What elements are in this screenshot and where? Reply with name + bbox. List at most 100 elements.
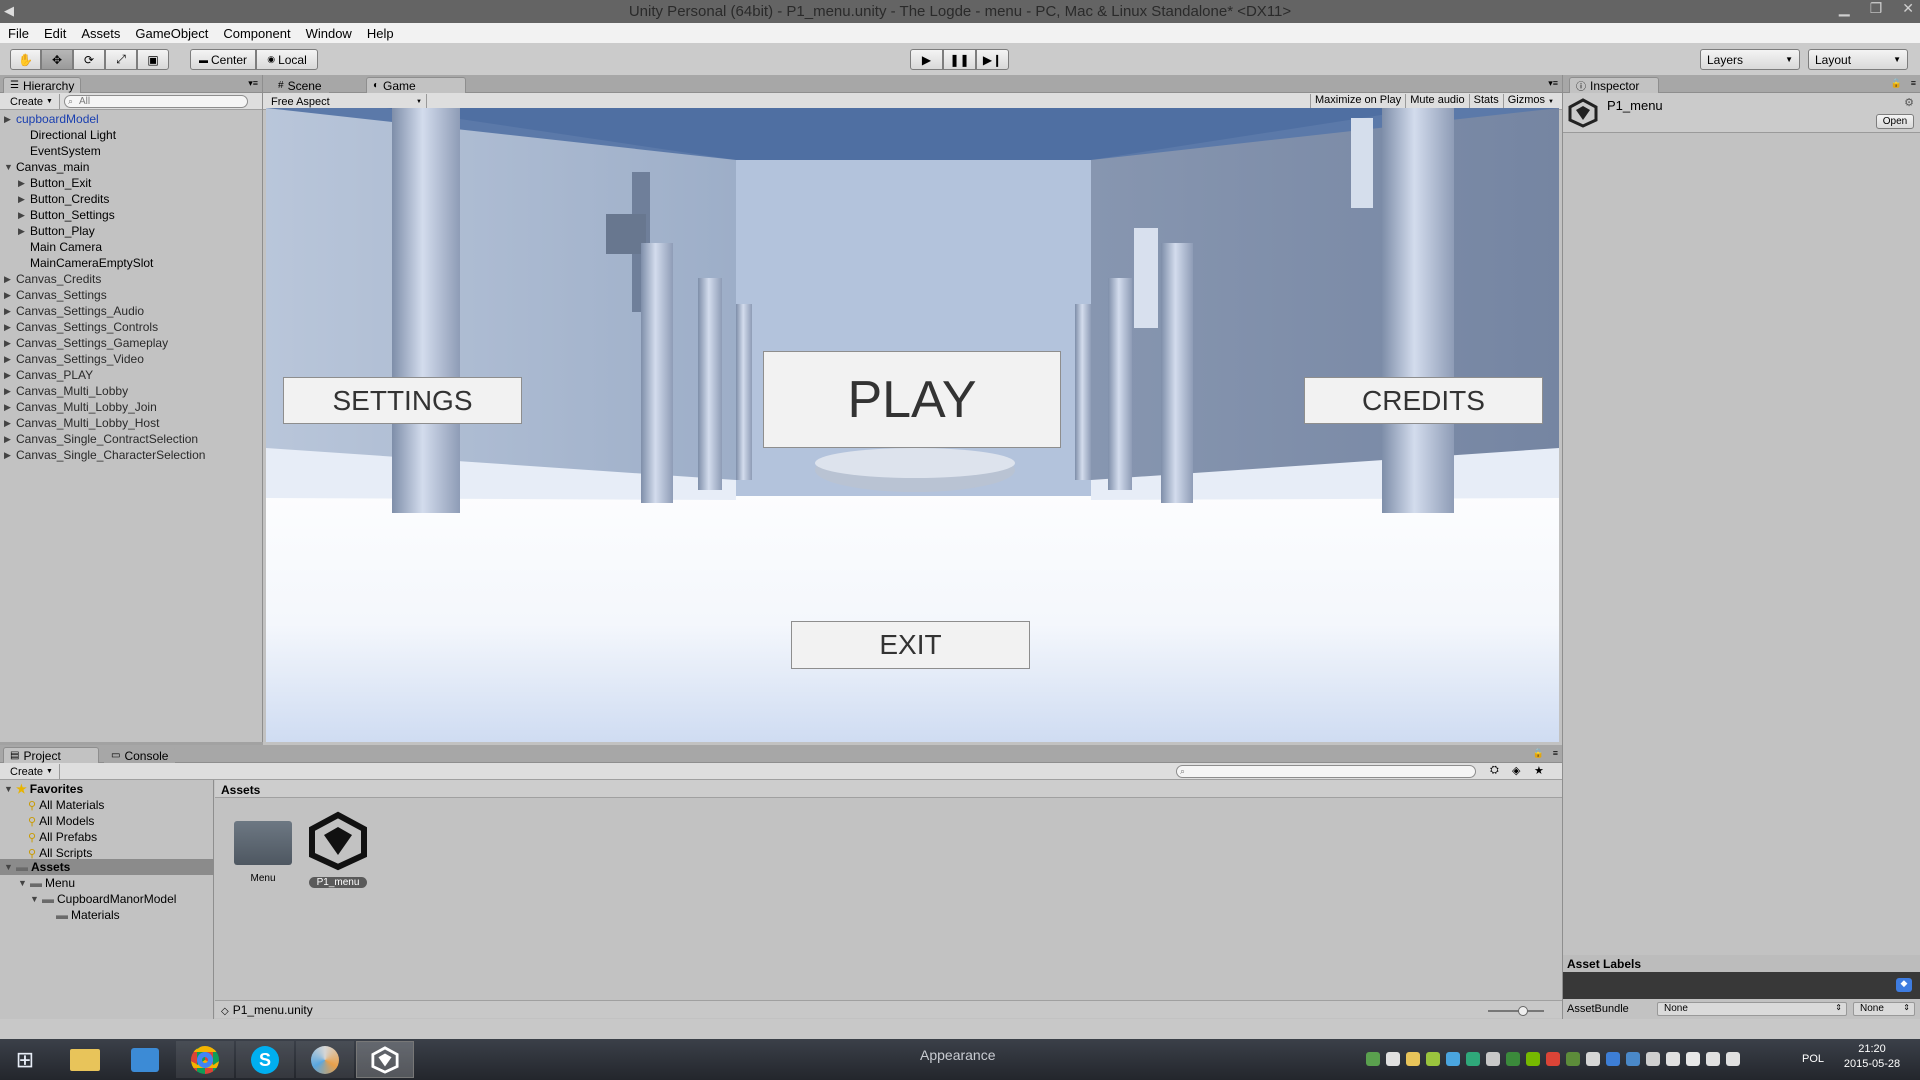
hierarchy-item[interactable]: EventSystem: [18, 143, 101, 159]
hierarchy-item[interactable]: ▶ Button_Settings: [18, 207, 115, 223]
project-create-button[interactable]: Create ▼: [4, 764, 60, 779]
hierarchy-item[interactable]: ▼ Canvas_main: [4, 159, 89, 175]
action-center-icon[interactable]: [1666, 1052, 1680, 1066]
asset-item-p1-menu[interactable]: P1_menu: [302, 811, 374, 889]
game-viewport[interactable]: SETTINGS PLAY CREDITS EXIT: [266, 108, 1559, 742]
restore-button[interactable]: ❐: [1870, 0, 1883, 17]
menu-window[interactable]: Window: [306, 26, 352, 41]
tray-update-icon[interactable]: [1426, 1052, 1440, 1066]
tray-app2-icon[interactable]: [1566, 1052, 1580, 1066]
tray-device-icon[interactable]: [1626, 1052, 1640, 1066]
panel-menu-icon[interactable]: ≡: [1553, 748, 1558, 758]
signal-icon[interactable]: [1706, 1052, 1720, 1066]
tag-icon[interactable]: ◆: [1896, 978, 1912, 992]
pivot-center-button[interactable]: ▬ Center: [190, 49, 256, 70]
menu-gameobject[interactable]: GameObject: [135, 26, 208, 41]
lock-icon[interactable]: 🔒: [1891, 78, 1902, 89]
favorite-item[interactable]: ⚲ All Materials: [28, 797, 104, 813]
tray-g-icon[interactable]: [1506, 1052, 1520, 1066]
tab-hierarchy[interactable]: ☰ Hierarchy: [3, 77, 82, 93]
mute-audio-toggle[interactable]: Mute audio: [1405, 94, 1468, 109]
rect-tool-button[interactable]: ▣: [137, 49, 169, 70]
folder-menu[interactable]: ▼ ▬ Menu: [18, 875, 75, 891]
settings-button[interactable]: SETTINGS: [283, 377, 522, 424]
play-mode-button[interactable]: ▶: [910, 49, 943, 70]
hierarchy-item[interactable]: ▶ Canvas_Multi_Lobby: [4, 383, 128, 399]
pivot-local-button[interactable]: ◉ Local: [256, 49, 318, 70]
asset-item-menu[interactable]: Menu: [230, 817, 296, 889]
aspect-dropdown[interactable]: Free Aspect ▼: [267, 94, 427, 109]
gear-icon[interactable]: ⚙: [1904, 96, 1914, 109]
hierarchy-item[interactable]: ▶ Canvas_Single_CharacterSelection: [4, 447, 205, 463]
bluetooth-icon[interactable]: [1606, 1052, 1620, 1066]
play-button[interactable]: PLAY: [763, 351, 1061, 448]
exit-button[interactable]: EXIT: [791, 621, 1030, 669]
menu-file[interactable]: File: [8, 26, 29, 41]
tray-chrome-icon[interactable]: [1546, 1052, 1560, 1066]
menu-edit[interactable]: Edit: [44, 26, 66, 41]
gizmos-dropdown[interactable]: Gizmos ▼: [1502, 94, 1558, 109]
hierarchy-item[interactable]: ▶ Button_Exit: [18, 175, 91, 191]
favorite-star-icon[interactable]: ★: [1534, 764, 1544, 777]
move-tool-button[interactable]: ✥: [41, 49, 73, 70]
hand-tool-button[interactable]: ✋: [10, 49, 41, 70]
taskbar-unity[interactable]: [356, 1041, 414, 1078]
hierarchy-item[interactable]: ▶ Button_Credits: [18, 191, 109, 207]
favorite-item[interactable]: ⚲ All Models: [28, 813, 94, 829]
favorites-header[interactable]: ▼ ★ Favorites: [4, 781, 83, 797]
hierarchy-item[interactable]: ▶ Canvas_Settings: [4, 287, 107, 303]
hierarchy-item[interactable]: ▶ Canvas_Settings_Audio: [4, 303, 144, 319]
rotate-tool-button[interactable]: ⟳: [73, 49, 105, 70]
icon-size-slider[interactable]: [1488, 1006, 1544, 1016]
tab-inspector[interactable]: ⓘ Inspector: [1569, 77, 1659, 93]
credits-button[interactable]: CREDITS: [1304, 377, 1543, 424]
clock[interactable]: 21:20 2015-05-28: [1832, 1043, 1912, 1070]
hierarchy-item[interactable]: ▶ Button_Play: [18, 223, 95, 239]
assets-folder-selected[interactable]: ▼ ▬ Assets: [0, 859, 214, 875]
pause-button[interactable]: ❚❚: [943, 49, 976, 70]
hierarchy-search-input[interactable]: ⌕ All: [64, 95, 248, 108]
panel-menu-icon[interactable]: ≡: [1911, 78, 1916, 88]
step-button[interactable]: ▶❙: [976, 49, 1009, 70]
tab-console[interactable]: ▭ Console: [104, 747, 176, 763]
assetbundle-dropdown[interactable]: None ⇕: [1657, 1002, 1847, 1016]
tab-game[interactable]: ◐ Game: [366, 77, 466, 93]
folder-materials[interactable]: ▬ Materials: [56, 907, 120, 923]
menu-help[interactable]: Help: [367, 26, 394, 41]
taskbar-chrome[interactable]: [176, 1041, 234, 1078]
scale-tool-button[interactable]: ⤢: [105, 49, 137, 70]
project-search-input[interactable]: ⌕: [1176, 765, 1476, 778]
hierarchy-item[interactable]: ▶ Canvas_PLAY: [4, 367, 93, 383]
volume-icon[interactable]: [1726, 1052, 1740, 1066]
panel-menu-icon[interactable]: ▾≡: [1548, 78, 1558, 89]
tray-display-icon[interactable]: [1646, 1052, 1660, 1066]
stats-toggle[interactable]: Stats: [1468, 94, 1503, 109]
hierarchy-item[interactable]: ▶ Canvas_Single_ContractSelection: [4, 431, 198, 447]
taskbar-control-panel[interactable]: [116, 1041, 174, 1078]
hierarchy-item[interactable]: ▶ cupboardModel: [4, 111, 99, 127]
slider-thumb[interactable]: [1518, 1006, 1528, 1016]
taskbar-app-palette[interactable]: [296, 1041, 354, 1078]
menu-assets[interactable]: Assets: [81, 26, 120, 41]
language-indicator[interactable]: POL: [1802, 1053, 1824, 1065]
folder-cupboardmanormodel[interactable]: ▼ ▬ CupboardManorModel: [30, 891, 176, 907]
filter-type-icon[interactable]: ⛭: [1490, 764, 1499, 777]
tab-project[interactable]: ▤ Project: [3, 747, 99, 763]
hierarchy-create-button[interactable]: Create ▼: [4, 94, 60, 109]
hierarchy-item[interactable]: Directional Light: [18, 127, 116, 143]
hierarchy-item[interactable]: ▶ Canvas_Settings_Video: [4, 351, 144, 367]
hierarchy-item[interactable]: ▶ Canvas_Multi_Lobby_Host: [4, 415, 159, 431]
hierarchy-item[interactable]: ▶ Canvas_Credits: [4, 271, 101, 287]
taskbar-skype[interactable]: S: [236, 1041, 294, 1078]
battery-icon[interactable]: [1686, 1052, 1700, 1066]
hierarchy-item[interactable]: ▶ Canvas_Settings_Controls: [4, 319, 158, 335]
minimize-button[interactable]: ▁: [1839, 0, 1850, 17]
tab-scene[interactable]: # Scene: [271, 77, 329, 93]
start-button[interactable]: ⊞: [0, 1041, 50, 1078]
tray-gpu-icon[interactable]: [1526, 1052, 1540, 1066]
hierarchy-item[interactable]: Main Camera: [18, 239, 102, 255]
tray-security-icon[interactable]: [1446, 1052, 1460, 1066]
hierarchy-item[interactable]: MainCameraEmptySlot: [18, 255, 153, 271]
taskbar-file-explorer[interactable]: [56, 1041, 114, 1078]
filter-label-icon[interactable]: ◈: [1512, 764, 1520, 777]
